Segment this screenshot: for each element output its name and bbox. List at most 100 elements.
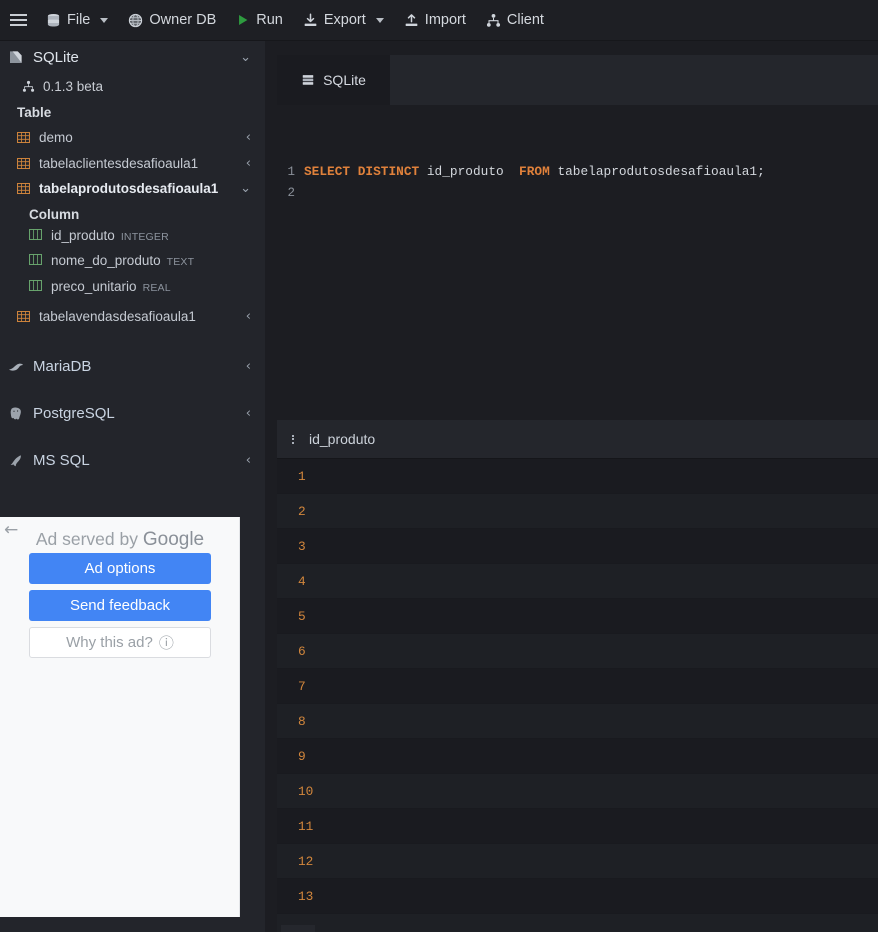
sidebar-group-sqlite[interactable]: SQLite ⌄ bbox=[0, 41, 265, 73]
chevron-down-icon[interactable]: ⌄ bbox=[240, 182, 251, 195]
sidebar-section-column: Column bbox=[29, 207, 80, 222]
column-icon bbox=[29, 279, 42, 291]
table-row[interactable]: 5 bbox=[277, 599, 878, 634]
chevron-down-icon bbox=[375, 17, 384, 23]
sql-editor[interactable]: 1 SELECT DISTINCT id_produto FROM tabela… bbox=[277, 105, 878, 407]
sidebar-section-table: Table bbox=[17, 104, 52, 120]
table-row[interactable]: 8 bbox=[277, 704, 878, 739]
menu-item-import[interactable]: Import bbox=[394, 0, 476, 41]
chevron-left-icon[interactable]: ‹ bbox=[246, 454, 251, 467]
sidebar-column-type: INTEGER bbox=[120, 230, 169, 243]
database-stack-icon bbox=[301, 73, 315, 87]
info-icon: ⓘ bbox=[158, 635, 174, 652]
menu-label-import: Import bbox=[424, 12, 466, 28]
table-row[interactable]: 10 bbox=[277, 774, 878, 809]
globe-icon bbox=[128, 13, 143, 28]
sidebar-group-postgresql[interactable]: PostgreSQL ‹ bbox=[0, 398, 265, 430]
sidebar-column-name: preco_unitario bbox=[51, 278, 137, 294]
table-row[interactable]: 7 bbox=[277, 669, 878, 704]
table-row[interactable]: 11 bbox=[277, 809, 878, 844]
sidebar-column-type: REAL bbox=[142, 281, 171, 294]
sidebar-table-label: demo bbox=[39, 130, 73, 146]
main-area: SQLite 1 SELECT DISTINCT id_produto FROM… bbox=[265, 41, 878, 932]
sidebar-item-table-tabelaprodutosdesafioaula1[interactable]: tabelaprodutosdesafioaula1 ⌄ bbox=[0, 176, 265, 202]
table-row[interactable]: 2 bbox=[277, 494, 878, 529]
sidebar-version-label: 0.1.3 beta bbox=[43, 78, 104, 94]
editor-tab-strip: SQLite bbox=[277, 55, 878, 105]
sidebar-item-table-tabelavendasdesafioaula1[interactable]: tabelavendasdesafioaula1 ‹ bbox=[0, 304, 265, 330]
results-column-header[interactable]: id_produto bbox=[309, 431, 375, 447]
sidebar-column-preco-unitario[interactable]: preco_unitario REAL bbox=[0, 279, 265, 305]
database-icon bbox=[46, 13, 61, 28]
menu-label-export: Export bbox=[323, 12, 366, 28]
chevron-left-icon[interactable]: ‹ bbox=[246, 157, 251, 170]
menu-label-client: Client bbox=[506, 12, 544, 28]
table-row[interactable]: 3 bbox=[277, 529, 878, 564]
sidebar-group-mssql[interactable]: MS SQL ‹ bbox=[0, 445, 265, 477]
sidebar-table-label: tabelavendasdesafioaula1 bbox=[39, 309, 196, 325]
code-line-2: 2 bbox=[277, 182, 878, 203]
sidebar-table-label: tabelaprodutosdesafioaula1 bbox=[39, 181, 219, 197]
top-toolbar: File Owner DB Run Export Import Client bbox=[0, 0, 878, 41]
sidebar-group-label-sqlite: SQLite bbox=[33, 48, 79, 66]
sidebar-column-type: TEXT bbox=[166, 256, 195, 268]
column-icon bbox=[29, 254, 42, 265]
menu-item-client[interactable]: Client bbox=[476, 0, 554, 41]
sidebar-group-label-mssql: MS SQL bbox=[33, 452, 90, 469]
ad-brand-text: Google bbox=[142, 529, 205, 550]
vertical-dots-icon[interactable] bbox=[287, 434, 299, 444]
export-icon bbox=[303, 12, 318, 28]
table-row[interactable]: 9 bbox=[277, 739, 878, 774]
page-button-1[interactable]: 1 bbox=[281, 925, 315, 932]
page-button-2[interactable]: 2 bbox=[315, 925, 349, 932]
chevron-left-icon[interactable]: ‹ bbox=[246, 360, 251, 373]
menu-label-owner-db: Owner DB bbox=[149, 12, 217, 28]
chevron-left-icon[interactable]: ‹ bbox=[246, 407, 251, 420]
table-row[interactable]: 6 bbox=[277, 634, 878, 669]
client-icon bbox=[486, 13, 501, 28]
chevron-down-icon bbox=[100, 17, 109, 23]
menu-item-run[interactable]: Run bbox=[226, 0, 293, 41]
results-rows: 123456789101112131415 bbox=[277, 459, 878, 932]
postgresql-icon bbox=[8, 406, 24, 422]
sqlite-icon bbox=[8, 49, 24, 65]
table-row[interactable]: 14 bbox=[277, 914, 878, 932]
sidebar-group-mariadb[interactable]: MariaDB ‹ bbox=[0, 351, 265, 383]
sidebar-column-nome-do-produto[interactable]: nome_do_produto TEXT bbox=[0, 253, 265, 279]
chevron-left-icon[interactable]: ‹ bbox=[246, 310, 251, 323]
menu-item-export[interactable]: Export bbox=[293, 0, 394, 41]
line-number: 1 bbox=[287, 164, 295, 179]
sidebar-group-label-mariadb: MariaDB bbox=[33, 358, 92, 375]
sidebar-item-table-demo[interactable]: demo ‹ bbox=[0, 125, 265, 151]
table-row[interactable]: 12 bbox=[277, 844, 878, 879]
pagination: 1 2 bbox=[281, 925, 349, 932]
sidebar-column-name: nome_do_produto bbox=[51, 253, 161, 268]
code-text: SELECT DISTINCT id_produto FROM tabelapr… bbox=[304, 164, 765, 179]
results-grid: id_produto 123456789101112131415 bbox=[277, 420, 878, 932]
menu-item-file[interactable]: File bbox=[36, 0, 118, 41]
sql-text: tabelaprodutosdesafioaula1; bbox=[549, 164, 765, 179]
table-row[interactable]: 13 bbox=[277, 879, 878, 914]
chevron-left-icon[interactable]: ‹ bbox=[246, 131, 251, 144]
sidebar-version-row[interactable]: 0.1.3 beta bbox=[0, 73, 265, 99]
hamburger-icon[interactable] bbox=[0, 0, 36, 41]
tab-sqlite[interactable]: SQLite bbox=[277, 55, 390, 105]
ad-panel: ← Ad served by Google Ad options Send fe… bbox=[0, 517, 240, 917]
sidebar-table-label: tabelaclientesdesafioaula1 bbox=[39, 155, 199, 171]
ad-served-by-text: Ad served by bbox=[35, 529, 138, 549]
menu-label-run: Run bbox=[256, 12, 283, 28]
table-row[interactable]: 1 bbox=[277, 459, 878, 494]
client-icon bbox=[22, 80, 35, 93]
sidebar-item-table-tabelaclientesdesafioaula1[interactable]: tabelaclientesdesafioaula1 ‹ bbox=[0, 151, 265, 177]
column-icon bbox=[29, 228, 42, 240]
tab-label-sqlite: SQLite bbox=[323, 72, 366, 88]
sql-keyword: SELECT DISTINCT bbox=[304, 164, 420, 179]
table-row[interactable]: 4 bbox=[277, 564, 878, 599]
sidebar-column-id-produto[interactable]: id_produto INTEGER bbox=[0, 228, 265, 254]
menu-item-owner-db[interactable]: Owner DB bbox=[118, 0, 226, 41]
why-this-ad-button[interactable]: Why this ad? ⓘ bbox=[29, 627, 211, 658]
chevron-down-icon[interactable]: ⌄ bbox=[240, 51, 251, 64]
send-feedback-button[interactable]: Send feedback bbox=[29, 590, 211, 621]
import-icon bbox=[404, 13, 419, 28]
ad-options-button[interactable]: Ad options bbox=[29, 553, 211, 584]
